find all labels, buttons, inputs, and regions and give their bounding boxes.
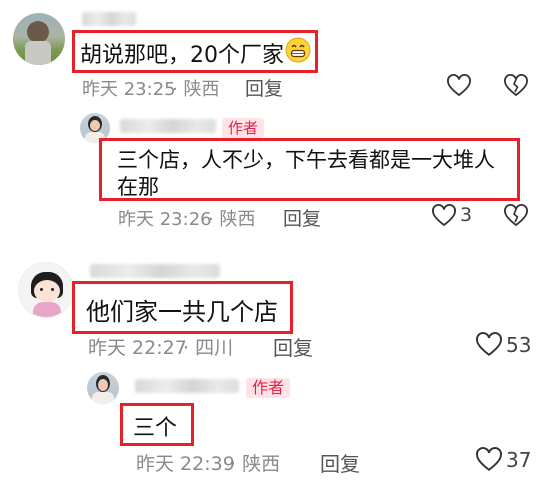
username-redacted bbox=[90, 264, 220, 278]
heart-icon[interactable] bbox=[447, 74, 471, 97]
comment-location: · 陕西 bbox=[172, 79, 220, 100]
comment-location: · 陕西 bbox=[208, 209, 256, 230]
comment-time: 昨天 23:26 bbox=[118, 209, 212, 230]
username-redacted bbox=[135, 379, 239, 393]
comment-text: 三个 bbox=[133, 416, 178, 441]
comment-time: 昨天 22:27 bbox=[88, 337, 187, 359]
dislike-icon[interactable] bbox=[504, 74, 528, 97]
comment-text-line-2: 在那 bbox=[117, 175, 159, 199]
like-count: 37 bbox=[506, 448, 532, 472]
heart-icon[interactable] bbox=[476, 447, 502, 472]
username-redacted bbox=[120, 119, 216, 133]
comment-time: 昨天 23:25 bbox=[82, 79, 176, 100]
comment-text: 他们家一共几个店 bbox=[86, 298, 278, 326]
like-count: 53 bbox=[506, 333, 532, 357]
reply-button[interactable]: 回复 bbox=[245, 74, 283, 101]
author-avatar[interactable] bbox=[87, 372, 119, 404]
grinning-emoji bbox=[285, 37, 311, 63]
dislike-icon[interactable] bbox=[504, 204, 528, 227]
author-badge: 作者 bbox=[246, 378, 291, 398]
like-count: 3 bbox=[460, 204, 473, 226]
comment-location: · 陕西 bbox=[230, 453, 281, 475]
reply-button[interactable]: 回复 bbox=[273, 332, 313, 361]
comment-text: 胡说那吧，20个厂家 bbox=[80, 43, 284, 68]
comment-time: 昨天 22:39 bbox=[136, 453, 235, 475]
heart-icon[interactable] bbox=[432, 204, 456, 227]
avatar[interactable] bbox=[18, 262, 74, 318]
comment-location: · 四川 bbox=[183, 337, 234, 359]
author-badge: 作者 bbox=[222, 118, 265, 138]
comment-text-line-1: 三个店，人不少，下午去看都是一大堆人 bbox=[117, 148, 495, 172]
heart-icon[interactable] bbox=[476, 332, 502, 357]
reply-button[interactable]: 回复 bbox=[320, 448, 360, 477]
avatar[interactable] bbox=[13, 13, 65, 65]
reply-button[interactable]: 回复 bbox=[283, 204, 321, 231]
username-redacted bbox=[82, 12, 136, 26]
